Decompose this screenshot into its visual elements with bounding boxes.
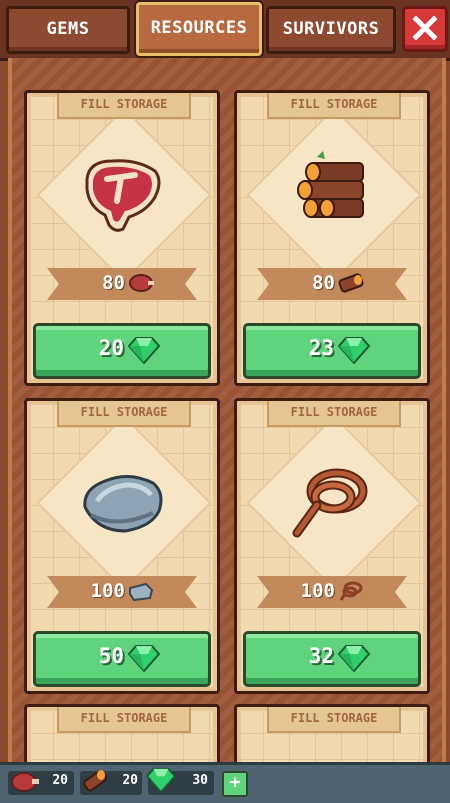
rope-small-icon [339,581,363,601]
meat-count: 20 [52,773,68,788]
storage-amount: 80 [102,272,125,294]
resource-card-rope: FILL STORAGE 100 32 [234,398,430,694]
close-x-icon [413,16,437,40]
storage-amount: 80 [312,272,335,294]
rope-icon [292,468,368,538]
shop-panel: FILL STORAGE 80 20 FILL STORAGE 80 23 FI… [8,58,446,768]
fill-storage-label: FILL STORAGE [267,401,401,427]
buy-button[interactable]: 50 [33,631,211,687]
buy-button[interactable]: 23 [243,323,421,379]
close-button[interactable] [402,6,448,52]
gem-icon [338,337,370,364]
tab-bar: GEMS RESOURCES SURVIVORS [0,0,450,61]
price-label: 23 [308,336,334,360]
resource-card: FILL STORAGE [234,704,430,768]
logs-icon [297,151,364,218]
storage-amount: 100 [90,580,125,602]
gem-icon [128,645,160,672]
storage-amount: 100 [300,580,335,602]
stone-bar-icon [129,582,154,602]
log-icon [83,770,108,792]
fill-storage-label: FILL STORAGE [267,707,401,733]
fill-storage-label: FILL STORAGE [57,401,191,427]
steak-icon [85,159,161,232]
price-label: 32 [308,644,334,668]
fill-storage-label: FILL STORAGE [267,93,401,119]
gem-icon [338,645,370,672]
tab-survivors[interactable]: SURVIVORS [266,6,396,54]
stone-icon [83,475,163,533]
gem-icon [128,337,160,364]
gem-icon [146,767,176,793]
fill-storage-label: FILL STORAGE [57,93,191,119]
meat-icon [11,772,39,792]
fill-storage-label: FILL STORAGE [57,707,191,733]
gem-count: 30 [192,773,208,788]
price-label: 50 [98,644,124,668]
log-icon [338,273,364,293]
resource-bar: 20 20 30 + [0,762,450,803]
meat-icon [129,274,154,292]
price-label: 20 [98,336,124,360]
resource-card-wood: FILL STORAGE 80 23 [234,90,430,386]
resource-card-meat: FILL STORAGE 80 20 [24,90,220,386]
buy-button[interactable]: 32 [243,631,421,687]
buy-button[interactable]: 20 [33,323,211,379]
resource-card: FILL STORAGE [24,704,220,768]
wood-count: 20 [122,773,138,788]
tab-resources[interactable]: RESOURCES [136,2,262,56]
tab-gems[interactable]: GEMS [6,6,130,54]
resource-card-stone: FILL STORAGE 100 50 [24,398,220,694]
add-gems-button[interactable]: + [222,771,248,797]
